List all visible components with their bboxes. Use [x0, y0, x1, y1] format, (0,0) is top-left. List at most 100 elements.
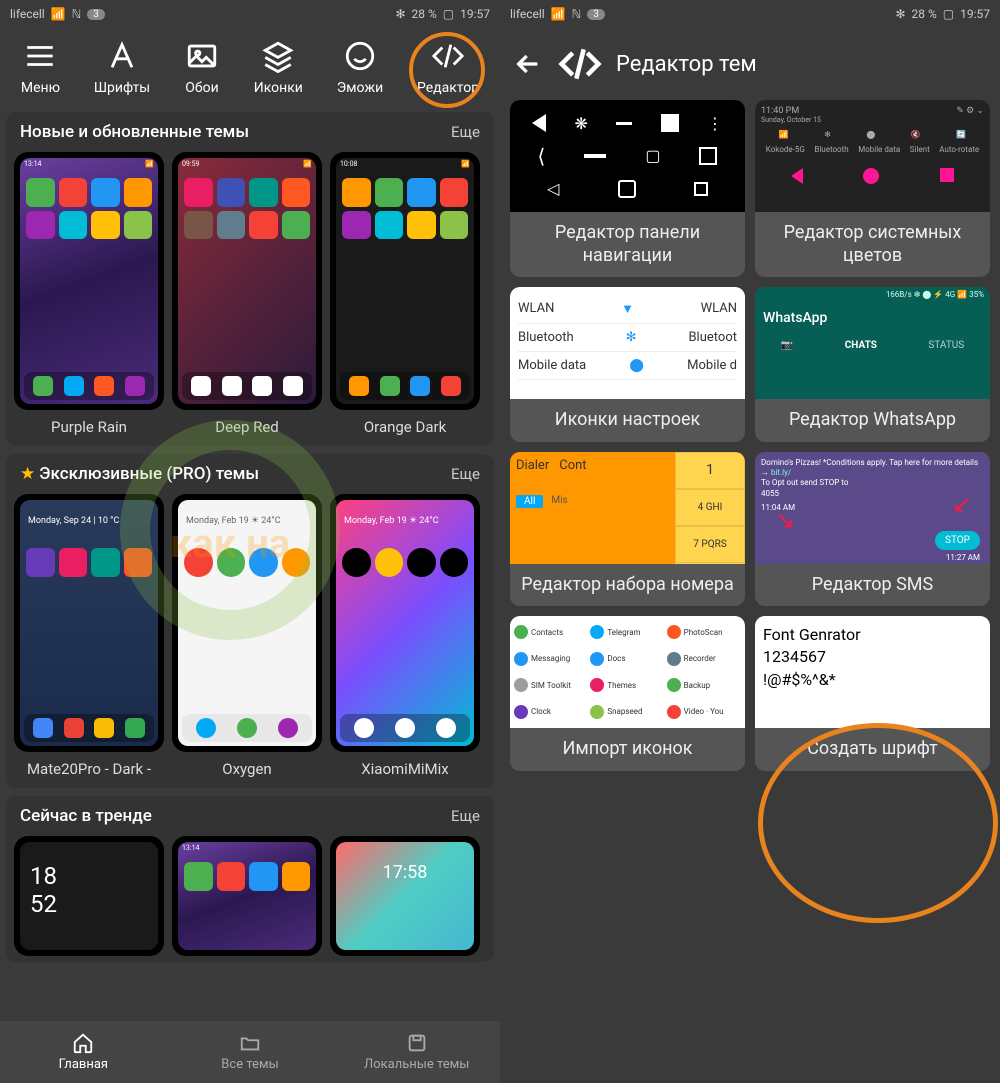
nav-label: Иконки — [254, 80, 303, 96]
theme-card[interactable]: Monday, Feb 19 ☀ 24°C Oxygen — [172, 494, 322, 782]
preview: ContactsTelegramPhotoScanMessagingDocsRe… — [510, 616, 745, 728]
menu-icon — [22, 38, 58, 74]
theme-name: Mate20Pro - Dark - — [14, 752, 164, 782]
smile-icon — [342, 38, 378, 74]
bottom-nav-home[interactable]: Главная — [0, 1021, 167, 1083]
section-title: ★Эксклюзивные (PRO) темы — [20, 464, 259, 484]
preview: DialerCont AllMis 1 4 GHI 7 PQRS — [510, 452, 745, 564]
theme-card[interactable]: 10:08📶 Orange Dark — [330, 152, 480, 440]
carrier-label: lifecell — [510, 7, 545, 21]
card-system-colors[interactable]: 11:40 PMSunday, October 15✎ ⚙ ⌄ 📶✻⬤🔇🔄 Ko… — [755, 100, 990, 277]
theme-card[interactable]: Monday, Sep 24 | 10 °C Mate20Pro - Dark … — [14, 494, 164, 782]
nfc-icon: ℕ — [72, 7, 82, 21]
card-whatsapp-editor[interactable]: 166B/s ✻ ⬤ ⚡ 4G 📶 35% WhatsApp 📷CHATSSTA… — [755, 287, 990, 442]
nav-emoji[interactable]: Эможи — [337, 38, 383, 96]
section-title: Сейчас в тренде — [20, 806, 152, 826]
battery-label: 28 % — [912, 7, 937, 21]
back-arrow-icon[interactable] — [512, 48, 544, 80]
nav-label: Все темы — [221, 1057, 278, 1072]
card-label: Редактор набора номера — [510, 564, 745, 607]
card-label: Иконки настроек — [510, 399, 745, 442]
nav-editor[interactable]: Редактор — [417, 38, 479, 96]
card-dialer-editor[interactable]: DialerCont AllMis 1 4 GHI 7 PQRS Редакто… — [510, 452, 745, 607]
card-label: Редактор системных цветов — [755, 212, 990, 277]
section-pro-themes: ★Эксклюзивные (PRO) темы Еще Monday, Sep… — [6, 454, 494, 788]
preview: 11:40 PMSunday, October 15✎ ⚙ ⌄ 📶✻⬤🔇🔄 Ko… — [755, 100, 990, 212]
theme-card[interactable]: Monday, Feb 19 ☀ 24°C XiaomiMiMix — [330, 494, 480, 782]
nfc-icon: ℕ — [572, 7, 582, 21]
battery-icon: ▢ — [443, 7, 454, 21]
themes-home-screen: lifecell 📶 ℕ 3 ✻ 28 % ▢ 19:57 Меню Шрифт… — [0, 0, 500, 1083]
card-label: Редактор WhatsApp — [755, 399, 990, 442]
card-sms-editor[interactable]: Domino's Pizzas! *Conditions apply. Tap … — [755, 452, 990, 607]
clock-label: 19:57 — [960, 7, 990, 21]
theme-name: XiaomiMiMix — [330, 752, 480, 782]
theme-name: Oxygen — [172, 752, 322, 782]
bluetooth-icon: ✻ — [395, 7, 405, 21]
theme-card[interactable]: 17:58 — [330, 836, 480, 956]
image-icon — [184, 38, 220, 74]
nav-label: Редактор — [417, 80, 479, 96]
bottom-nav-all[interactable]: Все темы — [167, 1021, 334, 1083]
preview: WLAN▼WLAN Bluetooth✻Bluetoot Mobile data… — [510, 287, 745, 399]
theme-card[interactable]: 09:59📶 Deep Red — [172, 152, 322, 440]
bottom-nav-local[interactable]: Локальные темы — [333, 1021, 500, 1083]
nav-label: Меню — [21, 80, 60, 96]
save-icon — [406, 1032, 428, 1054]
nav-label: Эможи — [337, 80, 383, 96]
bluetooth-icon: ✻ — [895, 7, 905, 21]
card-label: Создать шрифт — [755, 728, 990, 771]
card-import-icons[interactable]: ContactsTelegramPhotoScanMessagingDocsRe… — [510, 616, 745, 771]
card-label: Редактор SMS — [755, 564, 990, 607]
theme-name: Deep Red — [172, 410, 322, 440]
more-link[interactable]: Еще — [451, 123, 480, 141]
status-bar: lifecell 📶 ℕ 3 ✻ 28 % ▢ 19:57 — [0, 0, 500, 28]
signal-icon: 📶 — [51, 7, 66, 21]
nav-label: Локальные темы — [364, 1057, 469, 1072]
preview: Domino's Pizzas! *Conditions apply. Tap … — [755, 452, 990, 564]
theme-name: Orange Dark — [330, 410, 480, 440]
nav-label: Шрифты — [94, 80, 150, 96]
editor-grid: ❋⋮ ⟨▢ ◁ Редактор панели навигации 11:40 … — [500, 100, 1000, 771]
battery-label: 28 % — [412, 7, 437, 21]
status-bar: lifecell 📶 ℕ 3 ✻ 28 % ▢ 19:57 — [500, 0, 1000, 28]
theme-editor-screen: lifecell 📶 ℕ 3 ✻ 28 % ▢ 19:57 Редактор т… — [500, 0, 1000, 1083]
section-new-themes: Новые и обновленные темы Еще 13:14📶 Purp… — [6, 112, 494, 446]
theme-card[interactable]: 1852 — [14, 836, 164, 956]
nav-wallpapers[interactable]: Обои — [184, 38, 220, 96]
code-icon — [430, 38, 466, 74]
card-create-font[interactable]: Font Genrator 1234567 !@#$%^&* Создать ш… — [755, 616, 990, 771]
badge: 3 — [587, 9, 605, 20]
nav-label: Обои — [185, 80, 218, 96]
home-icon — [72, 1032, 94, 1054]
nav-label: Главная — [59, 1057, 108, 1072]
preview: 166B/s ✻ ⬤ ⚡ 4G 📶 35% WhatsApp 📷CHATSSTA… — [755, 287, 990, 399]
theme-card[interactable]: 13:14📶 Purple Rain — [14, 152, 164, 440]
card-label: Импорт иконок — [510, 728, 745, 771]
section-trending: Сейчас в тренде Еще 1852 13:14 17:58 — [6, 796, 494, 962]
card-label: Редактор панели навигации — [510, 212, 745, 277]
star-icon: ★ — [20, 464, 35, 484]
top-nav: Меню Шрифты Обои Иконки Эможи Редактор — [0, 28, 500, 104]
badge: 3 — [87, 9, 105, 20]
theme-card[interactable]: 13:14 — [172, 836, 322, 956]
nav-icons[interactable]: Иконки — [254, 38, 303, 96]
preview: Font Genrator 1234567 !@#$%^&* — [755, 616, 990, 728]
nav-fonts[interactable]: Шрифты — [94, 38, 150, 96]
code-icon — [558, 42, 602, 86]
nav-menu[interactable]: Меню — [21, 38, 60, 96]
font-icon — [104, 38, 140, 74]
battery-icon: ▢ — [943, 7, 954, 21]
signal-icon: 📶 — [551, 7, 566, 21]
page-title: Редактор тем — [616, 52, 757, 77]
clock-label: 19:57 — [460, 7, 490, 21]
card-settings-icons[interactable]: WLAN▼WLAN Bluetooth✻Bluetoot Mobile data… — [510, 287, 745, 442]
card-nav-editor[interactable]: ❋⋮ ⟨▢ ◁ Редактор панели навигации — [510, 100, 745, 277]
carrier-label: lifecell — [10, 7, 45, 21]
bottom-nav: Главная Все темы Локальные темы — [0, 1021, 500, 1083]
section-title: Новые и обновленные темы — [20, 122, 249, 142]
more-link[interactable]: Еще — [451, 807, 480, 825]
more-link[interactable]: Еще — [451, 465, 480, 483]
folder-icon — [239, 1032, 261, 1054]
layers-icon — [260, 38, 296, 74]
